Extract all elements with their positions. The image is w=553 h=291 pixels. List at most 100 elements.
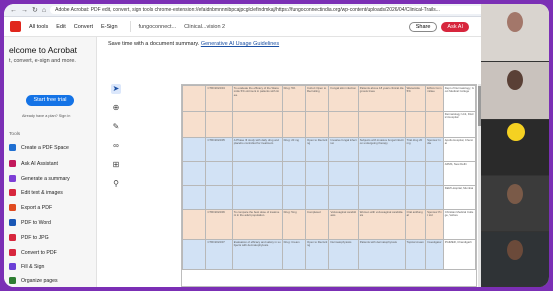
sidebar-tool-item[interactable]: PDF to Word (9, 219, 51, 226)
sidebar-tool-label: Convert to PDF (21, 249, 57, 256)
sidebar-tool-item[interactable]: Export a PDF (9, 204, 52, 211)
organize-icon (9, 277, 16, 284)
sign-icon (9, 263, 16, 270)
table-cell: To compare the best dose of treatment in… (231, 209, 283, 240)
menu-all-tools[interactable]: All tools (29, 24, 48, 30)
table-cell: Patients with dermatophytosis (357, 239, 406, 270)
sidebar-tool-label: Generate a summary (21, 175, 70, 182)
table-cell: Ethics Committee (425, 85, 444, 112)
table-cell (328, 161, 359, 186)
forward-icon[interactable]: → (21, 7, 28, 14)
sidebar-tool-label: Create a PDF Space (21, 144, 69, 151)
text-select-icon[interactable]: ⊞ (111, 160, 121, 170)
sidebar-title: elcome to Acrobat (9, 45, 78, 55)
table-cell: Open to Recruiting (305, 137, 330, 162)
table-cell: Sponsor Pvt Ltd (425, 209, 444, 240)
sidebar-tool-item[interactable]: Ask AI Assistant (9, 160, 58, 167)
table-cell: PGIMER, Chandigarh (442, 239, 476, 270)
sidebar-tool-item[interactable]: Fill & Sign (9, 263, 44, 270)
pdf-page: CTRI/2024/04 To evaluate the efficacy of … (181, 84, 477, 287)
table-cell (182, 185, 207, 210)
back-icon[interactable]: ← (10, 7, 17, 14)
table-cell: Investigator (425, 239, 444, 270)
stamp-icon[interactable]: ⚲ (111, 179, 121, 189)
share-button[interactable]: Share (408, 21, 438, 32)
table-cell: CTRI/2024/05 (205, 137, 233, 162)
sidebar-tool-label: Edit text & images (21, 189, 63, 196)
table-cell (328, 185, 359, 210)
table-cell (182, 209, 207, 240)
zoom-icon[interactable]: ⊕ (111, 103, 121, 113)
table-cell (281, 111, 307, 138)
reload-icon[interactable]: ↻ (32, 7, 38, 14)
sidebar-tool-item[interactable]: Create a PDF Space (9, 144, 69, 151)
select-cursor-icon[interactable]: ➤ (111, 84, 121, 94)
table-cell: Completed (305, 209, 330, 240)
table-cell: Drug: Cream (281, 239, 307, 270)
sidebar-tool-item[interactable]: Convert to PDF (9, 249, 57, 256)
table-cell (205, 161, 233, 186)
table-row: KEM Hospital, Mumbai (182, 185, 476, 210)
table-cell: To evaluate the efficacy of the Wanamide… (231, 85, 283, 112)
participant-video-tile[interactable] (481, 62, 549, 120)
table-cell: Dept of Dermatology, Govt Medical Colleg… (442, 85, 476, 112)
table-cell: Drug: 20 mg (281, 137, 307, 162)
participant-video-tile[interactable] (481, 4, 549, 62)
sidebar-tool-item[interactable]: Edit text & images (9, 189, 63, 196)
table-cell: Women with vulvovaginal candidiasis (357, 209, 406, 240)
app-window: ← → ↻ ⌂ Adobe Acrobat: PDF edit, convert… (4, 4, 549, 287)
table-cell (357, 185, 406, 210)
pen-icon[interactable]: ✎ (111, 122, 121, 132)
table-cell: A Phase III study with daily drug and pl… (231, 137, 283, 162)
table-cell (357, 161, 406, 186)
acrobat-toolbar: All tools Edit Convert E-Sign fungoconne… (4, 17, 549, 37)
pdf-space-icon (9, 144, 16, 151)
participant-video-tile[interactable] (481, 232, 549, 287)
menu-convert[interactable]: Convert (74, 24, 93, 30)
ask-ai-button[interactable]: Ask AI (441, 21, 469, 32)
tools-section-label: Tools (9, 132, 21, 137)
table-cell: Trial drug 20 mg (404, 137, 427, 162)
menu-edit[interactable]: Edit (56, 24, 65, 30)
guidelines-link[interactable]: Generative AI Usage Guidelines (201, 41, 279, 47)
table-cell: Drug: 5mg (281, 209, 307, 240)
sidebar-tool-label: Fill & Sign (21, 263, 45, 270)
table-cell: Cohort Open to Recruiting (305, 85, 330, 112)
table-cell: Open to Recruiting (305, 239, 330, 270)
menu-esign[interactable]: E-Sign (101, 24, 118, 30)
summary-banner: Save time with a document summary. Gener… (108, 41, 279, 47)
participant-video-tile[interactable] (481, 176, 549, 232)
table-row: AIIMS, New Delhi (182, 161, 476, 186)
sidebar-tool-label: Ask AI Assistant (21, 160, 58, 167)
table-cell (182, 137, 207, 162)
lasso-icon[interactable]: ∞ (111, 141, 121, 151)
word-icon (9, 219, 16, 226)
table-cell: Topical cream (404, 239, 427, 270)
table-cell (404, 185, 427, 210)
sign-in-note[interactable]: Already have a plan? Sign in (22, 114, 70, 118)
sidebar-tool-item[interactable]: Organize pages (9, 277, 58, 284)
address-bar[interactable]: Adobe Acrobat: PDF edit, convert, sign t… (50, 6, 501, 14)
table-cell (182, 161, 207, 186)
table-row: CTRI/2024/04 To evaluate the efficacy of … (182, 85, 476, 112)
breadcrumb-file[interactable]: Clinical...vision 2 (184, 24, 225, 30)
home-icon[interactable]: ⌂ (42, 7, 46, 14)
table-cell (425, 111, 444, 138)
table-cell (182, 239, 207, 270)
participant-video-tile[interactable] (481, 120, 549, 176)
start-free-trial-button[interactable]: Start free trial (26, 95, 74, 106)
sidebar-tool-item[interactable]: Generate a summary (9, 175, 70, 182)
ai-assistant-icon (9, 160, 16, 167)
sidebar: elcome to Acrobat t, convert, e-sign and… (4, 37, 97, 287)
table-cell: AIIMS, New Delhi (442, 161, 476, 186)
table-cell (357, 111, 406, 138)
sidebar-tool-item[interactable]: PDF to JPG (9, 234, 49, 241)
edit-icon (9, 189, 16, 196)
table-cell (425, 161, 444, 186)
sidebar-tool-label: Organize pages (21, 277, 58, 284)
table-cell: Wanamide 5% (404, 85, 427, 112)
breadcrumb-folder[interactable]: fungoconnect... (139, 24, 177, 30)
participant-avatar (507, 70, 523, 90)
table-row: CTRI/2024/07 Evaluation of efficacy and s… (182, 239, 476, 270)
convert-icon (9, 249, 16, 256)
